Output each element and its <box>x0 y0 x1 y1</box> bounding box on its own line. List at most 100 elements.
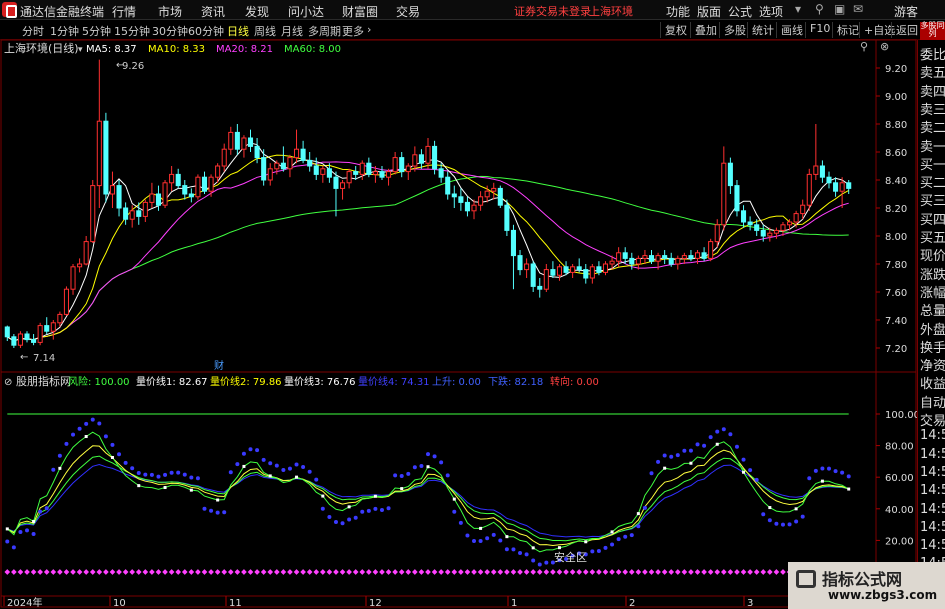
indicator-dot <box>18 530 23 535</box>
legend-item: 量价线4: 74.31 <box>358 375 430 388</box>
indicator-dot <box>688 448 693 453</box>
quote-field: 总量 <box>920 304 945 320</box>
close-panel-icon[interactable]: ⊗ <box>880 40 889 53</box>
indicator-dot <box>419 464 424 469</box>
quote-field: 换手 <box>920 340 945 356</box>
indicator-marker <box>110 455 114 459</box>
indicator-dot <box>518 551 523 556</box>
candle-up <box>63 288 69 315</box>
indicator-dot <box>57 453 62 458</box>
price-tick-label: 8.80 <box>885 120 907 131</box>
candle-up <box>241 137 247 150</box>
pin-icon[interactable]: ⚲ <box>860 40 868 53</box>
indicator-dot <box>255 448 260 453</box>
indicator-dot <box>826 466 831 471</box>
candle-up <box>556 266 563 276</box>
candle-down <box>432 145 438 170</box>
danger-dot <box>168 569 175 575</box>
danger-dot <box>767 569 773 575</box>
indicator-dot <box>675 453 680 458</box>
candle-down <box>734 185 740 212</box>
watermark: 指标公式网 www.zbgs3.com <box>788 562 945 609</box>
danger-dot <box>155 569 162 575</box>
danger-dot <box>273 569 280 575</box>
danger-dot <box>398 569 405 575</box>
indicator-dot <box>110 442 115 447</box>
candle-up <box>800 204 806 215</box>
candle-up <box>83 241 89 265</box>
indicator-dot <box>38 509 43 514</box>
candle-down <box>201 176 208 192</box>
candle-up <box>681 255 687 259</box>
indicator-marker <box>137 484 141 488</box>
candle-up <box>602 263 609 273</box>
indicator-dot <box>393 473 398 478</box>
quote-field: 14:56 <box>920 538 945 554</box>
danger-dot <box>536 569 543 575</box>
dropdown-icon[interactable]: ▾ <box>78 45 83 55</box>
candle-down <box>353 171 359 175</box>
candle-up <box>142 201 148 217</box>
indicator-dot <box>136 470 141 475</box>
danger-dot <box>135 569 142 575</box>
quote-field: 14:56 <box>920 428 945 444</box>
danger-dot <box>319 569 326 575</box>
quote-field: 14:56 <box>920 519 945 535</box>
indicator-dot <box>748 468 753 473</box>
danger-dot <box>372 569 379 575</box>
stock-title: 上海环境(日线) <box>4 41 79 55</box>
indicator-dot <box>123 460 128 465</box>
indicator-dot <box>629 533 634 538</box>
indicator-icon[interactable]: ⊘ <box>4 377 12 388</box>
indicator-dot <box>31 532 36 537</box>
indicator-dot <box>846 474 851 479</box>
candle-down <box>497 187 503 206</box>
indicator-dot <box>669 454 674 459</box>
indicator-marker <box>163 486 167 490</box>
danger-dot <box>287 569 293 575</box>
indicator-marker <box>715 442 719 446</box>
candle-up <box>169 173 175 184</box>
candle-up <box>780 224 786 231</box>
indicator-dot <box>130 466 135 471</box>
candle-down <box>103 120 109 195</box>
danger-dot <box>300 569 306 575</box>
danger-dot <box>589 569 596 575</box>
indicator-marker <box>5 527 9 531</box>
indicator-marker <box>347 505 351 509</box>
indicator-dot <box>44 506 49 511</box>
candle-up <box>642 255 648 259</box>
date-label: 12 <box>369 598 382 609</box>
quote-field: 涨幅 <box>920 285 945 301</box>
candle-down <box>11 336 17 346</box>
danger-dot <box>543 569 550 575</box>
candle-up <box>267 168 273 181</box>
candle-down <box>451 193 457 198</box>
danger-dot <box>333 569 339 575</box>
candle-down <box>31 339 37 343</box>
indicator-marker <box>295 475 299 479</box>
indicator-dot <box>780 522 785 527</box>
candle-down <box>629 257 635 265</box>
danger-dot <box>359 569 366 575</box>
event-marker[interactable]: 财 <box>214 359 224 372</box>
candle-down <box>662 255 668 259</box>
candle-up <box>90 185 96 243</box>
date-label: 11 <box>229 598 242 609</box>
legend-item: MA20: 8.21 <box>216 44 273 55</box>
danger-dot <box>563 569 569 575</box>
indicator-dot <box>458 520 463 525</box>
candle-down <box>116 185 122 209</box>
indicator-dot <box>248 447 253 452</box>
kline-chart[interactable]: ← 9.26 ← 7.14 财 安全区 9.209.008.808.608.40… <box>0 0 945 609</box>
indicator-dot <box>656 459 661 464</box>
indicator-dot <box>347 517 352 522</box>
candle-up <box>340 182 346 189</box>
indicator-dot <box>117 452 122 457</box>
candle-up <box>274 162 280 170</box>
indicator-marker <box>189 488 193 492</box>
candle-down <box>313 165 319 175</box>
candle-down <box>504 204 510 231</box>
candle-down <box>307 159 313 167</box>
candle-down <box>234 131 240 150</box>
